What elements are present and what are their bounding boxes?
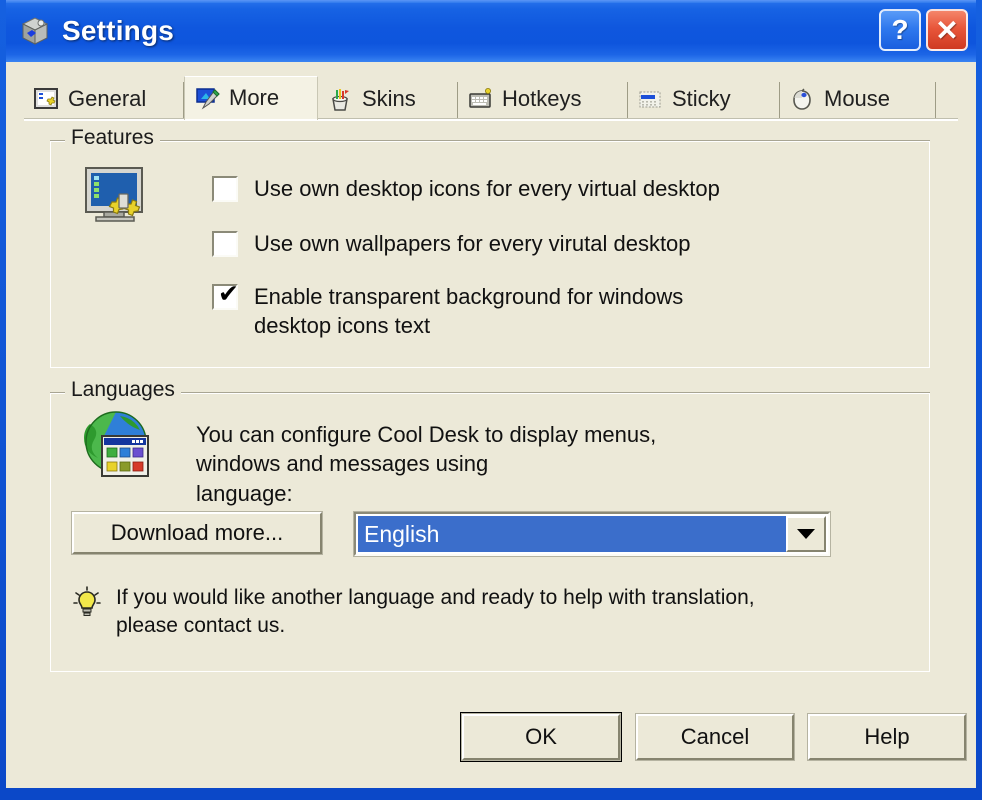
chevron-down-icon[interactable] (786, 516, 826, 552)
tab-mouse-label: Mouse (824, 86, 891, 111)
globe-window-icon (80, 410, 156, 487)
monitor-gear-icon (34, 88, 60, 112)
close-button[interactable]: ✕ (926, 9, 968, 51)
download-more-button[interactable]: Download more... (71, 511, 323, 555)
window-title: Settings (62, 15, 175, 46)
tab-sticky-label: Sticky (672, 86, 731, 111)
settings-dialog-window: Settings ? ✕ General More Skins Hotkeys … (0, 0, 982, 800)
tab-hotkeys-label: Hotkeys (502, 86, 582, 111)
help-button[interactable]: ? (879, 9, 921, 51)
translation-tip: If you would like another language and r… (72, 584, 902, 641)
tab-hotkeys[interactable]: Hotkeys (458, 82, 628, 118)
tab-mouse[interactable]: Mouse (780, 82, 936, 118)
mouse-icon (790, 88, 816, 112)
languages-description: You can configure Cool Desk to display m… (196, 422, 657, 506)
checkbox-use-own-wallpapers-label: Use own wallpapers for every virutal des… (254, 231, 691, 256)
tab-general[interactable]: General (24, 82, 184, 118)
tab-more[interactable]: More (184, 76, 318, 120)
help-footer-button[interactable]: Help (807, 713, 967, 761)
checkbox-use-own-wallpapers[interactable] (212, 231, 238, 257)
checkbox-use-own-desktop-icons[interactable] (212, 176, 238, 202)
checkbox-row-desktop-icons[interactable]: Use own desktop icons for every virtual … (212, 174, 720, 203)
translation-tip-text: If you would like another language and r… (116, 586, 755, 638)
title-bar: Settings ? ✕ (6, 0, 976, 62)
tab-more-label: More (229, 84, 280, 110)
language-select[interactable]: English (353, 511, 831, 557)
checkbox-row-transparent-background[interactable]: ✔ Enable transparent background for wind… (212, 279, 684, 340)
checkbox-enable-transparent-background-label: Enable transparent background for window… (254, 284, 684, 339)
ok-button[interactable]: OK (461, 713, 621, 761)
check-mark-icon: ✔ (218, 279, 239, 308)
sticky-window-icon (638, 88, 664, 112)
tab-strip: General More Skins Hotkeys Sticky Mouse (24, 76, 958, 121)
language-select-value: English (358, 516, 786, 552)
tab-strip-underline (24, 118, 958, 121)
lightbulb-icon (72, 586, 102, 620)
monitor-gears-icon (84, 166, 150, 233)
title-bar-buttons: ? ✕ (879, 9, 968, 51)
cancel-button[interactable]: Cancel (635, 713, 795, 761)
tab-general-label: General (68, 86, 147, 111)
tab-skins[interactable]: Skins (318, 82, 458, 118)
languages-group-title: Languages (65, 378, 181, 402)
checkbox-enable-transparent-background[interactable]: ✔ (212, 279, 239, 310)
dialog-client-area: General More Skins Hotkeys Sticky Mouse … (6, 62, 976, 788)
keyboard-icon (468, 88, 494, 112)
tab-skins-label: Skins (362, 86, 416, 111)
checkbox-use-own-desktop-icons-label: Use own desktop icons for every virtual … (254, 176, 720, 201)
cube-settings-icon (18, 14, 52, 48)
tab-sticky[interactable]: Sticky (628, 82, 780, 118)
paint-cup-icon (328, 88, 354, 112)
checkbox-row-wallpapers[interactable]: Use own wallpapers for every virutal des… (212, 229, 691, 258)
monitor-wand-icon (195, 87, 221, 111)
features-group-title: Features (65, 126, 160, 150)
